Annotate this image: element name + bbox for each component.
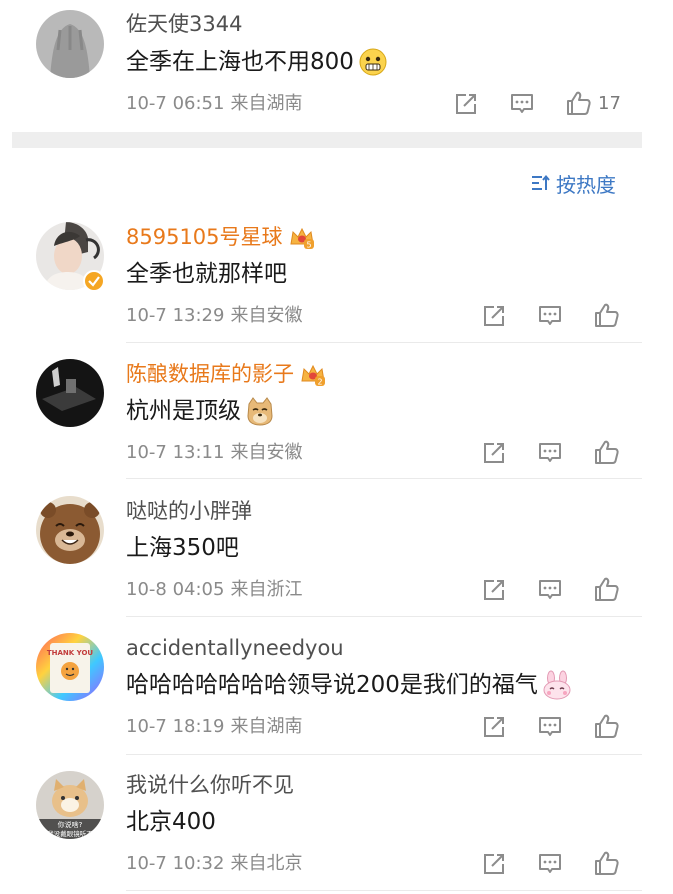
timestamp: 10-7 06:51 — [126, 93, 225, 114]
crown-badge-icon: 5 — [289, 227, 314, 250]
comment-text-content: 杭州是顶级 — [126, 398, 241, 424]
doge-emoji-icon — [247, 397, 273, 426]
username[interactable]: 佐天使3344 — [126, 11, 242, 37]
comment-text: 全季在上海也不用800 — [126, 47, 388, 77]
avatar[interactable]: THANK YOU — [36, 633, 104, 701]
comment-icon[interactable] — [508, 90, 536, 118]
avatar-caption: 我没戴眼镜听不 — [47, 829, 93, 838]
repost-icon[interactable] — [480, 302, 508, 330]
comment-text-content: 全季在上海也不用800 — [126, 49, 354, 75]
comment-text: 杭州是顶级 — [126, 396, 275, 426]
source-location: 来自安徽 — [230, 305, 303, 326]
comment-icon[interactable] — [536, 850, 564, 878]
username[interactable]: 8595105号星球 5 — [126, 224, 315, 250]
username[interactable]: 陈酿数据库的影子 2 — [126, 361, 326, 387]
like-icon[interactable] — [564, 89, 592, 117]
username-text: 陈酿数据库的影子 — [126, 362, 294, 386]
sort-by-hot-button[interactable]: 按热度 — [530, 170, 616, 197]
username[interactable]: 我说什么你听不见 — [126, 772, 294, 798]
source-location: 来自湖南 — [230, 93, 303, 114]
timestamp: 10-7 13:29 — [126, 305, 225, 326]
comment-text: 上海350吧 — [126, 535, 239, 561]
source-location: 来自北京 — [230, 853, 303, 874]
sort-icon — [532, 174, 550, 190]
comment-meta: 10-7 13:11 来自安徽 — [126, 442, 302, 464]
avatar-caption: 你说啥? — [58, 820, 83, 829]
like-icon[interactable] — [592, 575, 620, 603]
comment-meta: 10-7 13:29 来自安徽 — [126, 305, 302, 327]
avatar[interactable]: 你说啥? 我没戴眼镜听不 — [36, 771, 104, 839]
timestamp: 10-7 13:11 — [126, 442, 225, 463]
verified-badge-icon — [83, 270, 105, 292]
repost-icon[interactable] — [480, 576, 508, 604]
comment-meta: 10-8 04:05 来自浙江 — [126, 579, 302, 601]
username[interactable]: 哒哒的小胖弹 — [126, 498, 252, 524]
repost-icon[interactable] — [480, 713, 508, 741]
comment-meta: 10-7 06:51 来自湖南 — [126, 93, 302, 115]
repost-icon[interactable] — [480, 850, 508, 878]
like-icon[interactable] — [592, 301, 620, 329]
username[interactable]: accidentallyneedyou — [126, 635, 344, 661]
comment-text: 全季也就那样吧 — [126, 261, 287, 287]
comment-text-content: 哈哈哈哈哈哈哈领导说200是我们的福气 — [126, 672, 538, 698]
avatar[interactable] — [36, 10, 104, 78]
comment-icon[interactable] — [536, 713, 564, 741]
timestamp: 10-7 18:19 — [126, 716, 225, 737]
username-text: 8595105号星球 — [126, 225, 283, 249]
avatar-caption: THANK YOU — [47, 649, 94, 657]
like-count: 17 — [598, 93, 621, 114]
timestamp: 10-7 10:32 — [126, 853, 225, 874]
divider — [126, 754, 642, 755]
divider — [126, 478, 642, 479]
like-icon[interactable] — [592, 849, 620, 877]
comment-icon[interactable] — [536, 439, 564, 467]
badge-level: 2 — [317, 378, 322, 387]
comment-text: 哈哈哈哈哈哈哈领导说200是我们的福气 — [126, 670, 572, 700]
timestamp: 10-8 04:05 — [126, 579, 225, 600]
divider — [126, 342, 642, 343]
source-location: 来自湖南 — [230, 716, 303, 737]
pink-bunny-emoji-icon — [543, 670, 571, 700]
comment-meta: 10-7 18:19 来自湖南 — [126, 716, 302, 738]
source-location: 来自安徽 — [230, 442, 303, 463]
section-divider — [12, 132, 642, 148]
comment-meta: 10-7 10:32 来自北京 — [126, 853, 302, 875]
repost-icon[interactable] — [452, 90, 480, 118]
comment-icon[interactable] — [536, 576, 564, 604]
comment-text: 北京400 — [126, 809, 216, 835]
sort-label: 按热度 — [556, 172, 616, 197]
grimace-emoji-icon — [359, 48, 387, 76]
divider — [126, 616, 642, 617]
divider — [126, 890, 642, 891]
avatar[interactable] — [36, 496, 104, 564]
like-icon[interactable] — [592, 712, 620, 740]
source-location: 来自浙江 — [230, 579, 303, 600]
comment-icon[interactable] — [536, 302, 564, 330]
crown-badge-icon: 2 — [301, 364, 325, 387]
like-icon[interactable] — [592, 438, 620, 466]
badge-level: 5 — [306, 241, 311, 250]
repost-icon[interactable] — [480, 439, 508, 467]
avatar[interactable] — [36, 359, 104, 427]
